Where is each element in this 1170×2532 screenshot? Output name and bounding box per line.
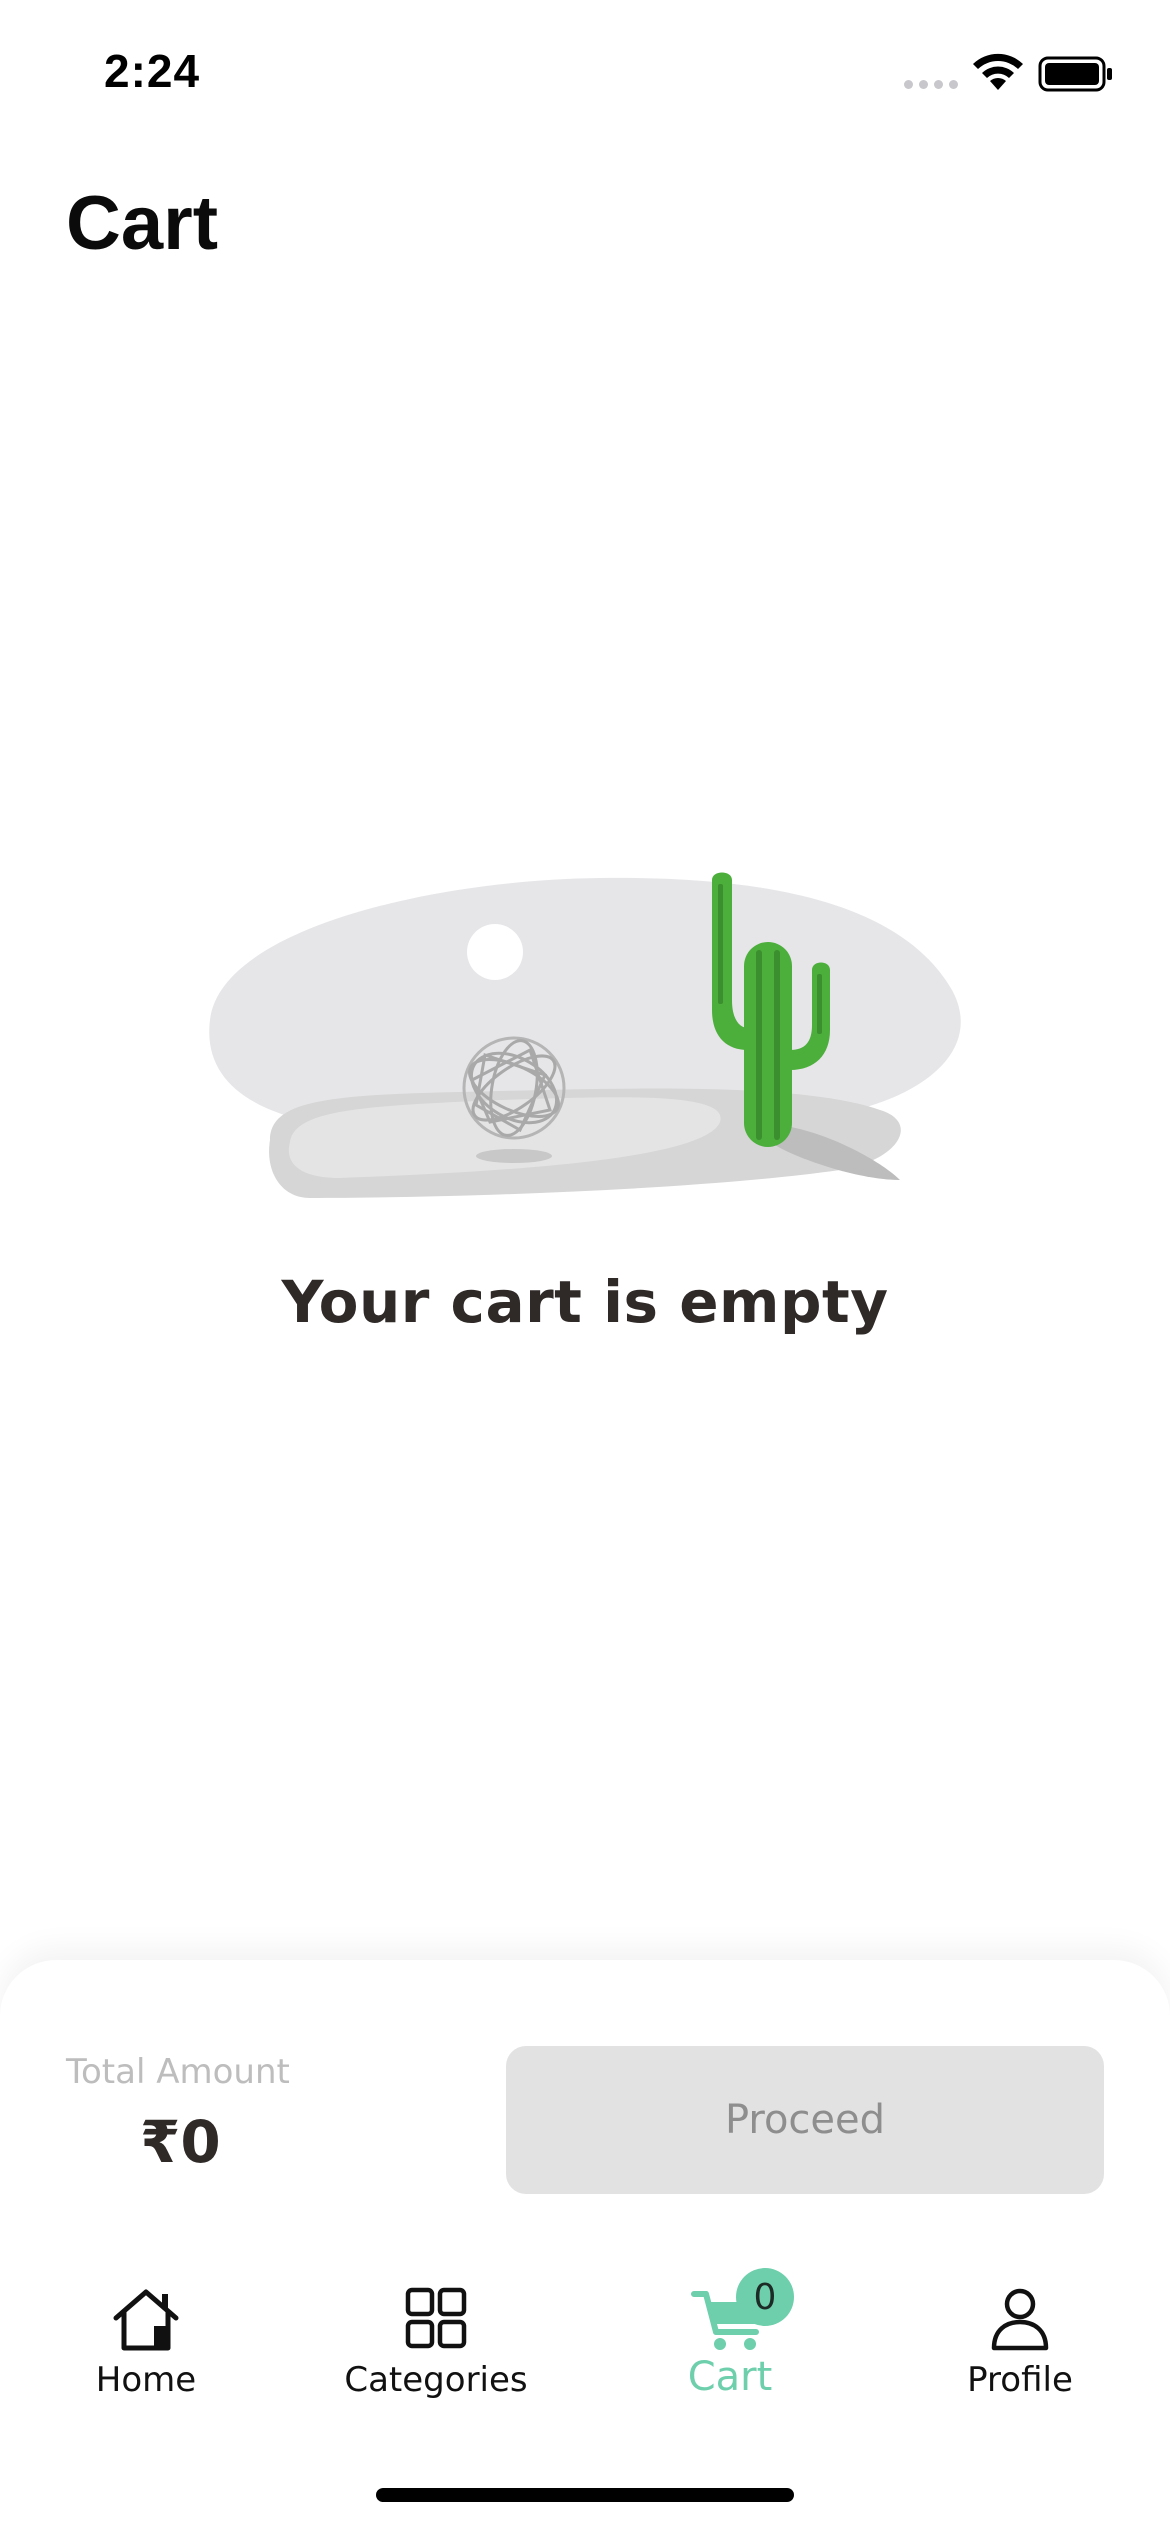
tab-cart[interactable]: Cart bbox=[620, 2270, 840, 2420]
tab-cart-label: Cart bbox=[687, 2354, 773, 2400]
page-title: Cart bbox=[66, 181, 219, 266]
cart-screen: 2:24 Cart Your cart is empty Total Amoun… bbox=[0, 0, 1170, 2532]
status-time: 2:24 bbox=[104, 45, 201, 97]
tab-categories[interactable]: Categories bbox=[326, 2270, 546, 2420]
home-indicator bbox=[376, 2488, 794, 2502]
cactus-desert-illustration bbox=[209, 872, 961, 1198]
empty-cart-message: Your cart is empty bbox=[281, 1268, 889, 1336]
total-amount-value: ₹0 bbox=[140, 2108, 221, 2176]
cellular-signal-icon bbox=[904, 80, 958, 89]
wifi-icon bbox=[973, 53, 1023, 90]
person-icon bbox=[991, 2288, 1049, 2351]
tab-profile-label: Profile bbox=[967, 2360, 1073, 2400]
bottom-tab-bar: Home Categories Cart Profile bbox=[0, 2270, 1170, 2420]
cart-count-badge: 0 bbox=[736, 2268, 794, 2326]
proceed-button[interactable]: Proceed bbox=[506, 2046, 1104, 2194]
grid-icon bbox=[405, 2287, 467, 2349]
status-bar: 2:24 bbox=[0, 0, 1170, 150]
tab-home[interactable]: Home bbox=[36, 2270, 256, 2420]
total-amount-label: Total Amount bbox=[66, 2052, 290, 2092]
home-icon bbox=[113, 2289, 179, 2351]
tab-profile[interactable]: Profile bbox=[910, 2270, 1130, 2420]
tab-categories-label: Categories bbox=[344, 2360, 528, 2400]
tab-home-label: Home bbox=[95, 2360, 197, 2400]
battery-icon bbox=[1038, 56, 1112, 92]
